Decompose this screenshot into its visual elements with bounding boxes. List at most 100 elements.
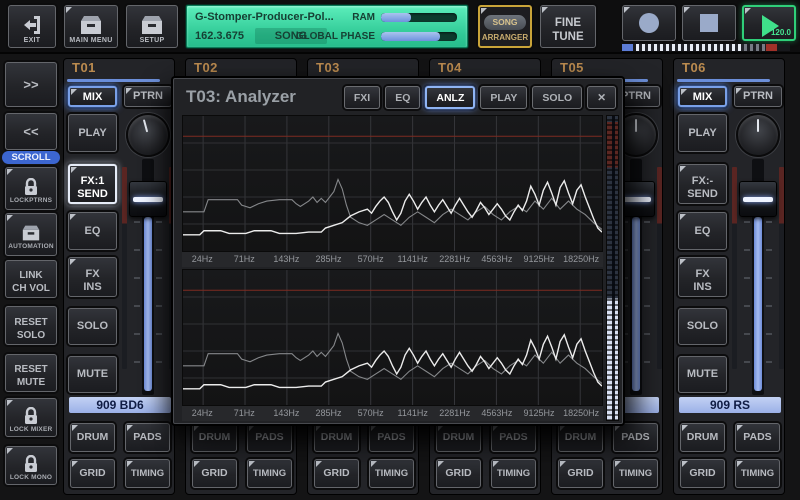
solo-button[interactable]: SOLO <box>68 308 117 345</box>
track-active-bar <box>677 79 770 82</box>
pads-button[interactable]: PADS <box>491 423 536 452</box>
exit-button[interactable]: EXIT <box>8 5 56 48</box>
exit-icon <box>21 14 43 36</box>
timing-button[interactable]: TIMING <box>491 459 536 488</box>
fx-ins-button[interactable]: FXINS <box>678 257 727 297</box>
fader-handle[interactable] <box>739 181 777 217</box>
arranger-label: ARRANGER <box>480 33 530 42</box>
song-progress-bar[interactable] <box>622 44 790 51</box>
drum-button[interactable]: DRUM <box>314 423 359 452</box>
spectrum-panel-top: 24Hz71Hz143Hz285Hz570Hz1141Hz2281Hz4563H… <box>182 115 603 267</box>
app-root: EXIT MAIN MENU SETUP G-Stomper-Producer-… <box>0 0 800 500</box>
fader-handle-line <box>621 197 651 202</box>
drum-button[interactable]: DRUM <box>558 423 603 452</box>
dialog-tab-eq[interactable]: EQ <box>385 86 420 109</box>
timing-button[interactable]: TIMING <box>247 459 292 488</box>
reset-solo-button[interactable]: RESETSOLO <box>5 306 57 345</box>
fine-tune-button[interactable]: FINETUNE <box>540 5 596 48</box>
track-play-button[interactable]: PLAY <box>678 114 727 152</box>
exit-label: EXIT <box>9 37 55 44</box>
mix-button[interactable]: MIX <box>678 86 727 107</box>
drum-button[interactable]: DRUM <box>70 423 115 452</box>
freq-tick-label: 143Hz <box>273 254 299 264</box>
grid-button[interactable]: GRID <box>314 459 359 488</box>
mute-button[interactable]: MUTE <box>68 356 117 393</box>
pads-button[interactable]: PADS <box>125 423 170 452</box>
track-play-button[interactable]: PLAY <box>68 114 117 152</box>
mute-button[interactable]: MUTE <box>678 356 727 393</box>
grid-button[interactable]: GRID <box>680 459 725 488</box>
top-toolbar: EXIT MAIN MENU SETUP G-Stomper-Producer-… <box>0 0 800 54</box>
eq-button[interactable]: EQ <box>68 212 117 250</box>
freq-tick-label: 2281Hz <box>439 408 470 418</box>
dialog-tab-anlz[interactable]: ANLZ <box>425 86 475 109</box>
freq-tick-label: 4563Hz <box>481 408 512 418</box>
progress-filled <box>636 44 744 51</box>
reset-mute-button[interactable]: RESETMUTE <box>5 354 57 392</box>
song-arranger-button[interactable]: SONG ARRANGER <box>478 5 532 48</box>
record-button[interactable] <box>622 5 676 41</box>
dialog-tab-fxi[interactable]: FXI <box>344 86 380 109</box>
link-ch-vol-button[interactable]: LINKCH VOL <box>5 260 57 298</box>
solo-button[interactable]: SOLO <box>678 308 727 345</box>
track-label: T05 <box>560 60 584 75</box>
main-menu-icon <box>79 14 103 36</box>
ptrn-button[interactable]: PTRN <box>734 86 782 107</box>
timing-button[interactable]: TIMING <box>613 459 658 488</box>
grid-button[interactable]: GRID <box>70 459 115 488</box>
pads-button[interactable]: PADS <box>247 423 292 452</box>
lock-icon <box>23 407 39 425</box>
fader-handle[interactable] <box>129 181 167 217</box>
freq-tick-label: 4563Hz <box>481 254 512 264</box>
main-menu-button[interactable]: MAIN MENU <box>64 5 118 48</box>
automation-button[interactable]: AUTOMATION <box>5 213 57 256</box>
scroll-right-button[interactable]: >> <box>5 62 57 107</box>
lock-patterns-button[interactable]: LOCKPTRNS <box>5 167 57 210</box>
drum-button[interactable]: DRUM <box>680 423 725 452</box>
volume-knob[interactable] <box>736 113 780 157</box>
fader-handle-line <box>133 197 163 202</box>
progress-dim <box>744 44 766 51</box>
timing-button[interactable]: TIMING <box>735 459 780 488</box>
fx-send-button[interactable]: FX:-SEND <box>678 164 727 204</box>
dialog-tab-solo[interactable]: SOLO <box>532 86 582 109</box>
play-button[interactable]: 120.0 <box>742 5 796 41</box>
freq-tick-label: 18250Hz <box>563 408 599 418</box>
grid-button[interactable]: GRID <box>558 459 603 488</box>
setup-button[interactable]: SETUP <box>126 5 178 48</box>
dialog-close-button[interactable]: ✕ <box>587 86 616 109</box>
grid-button[interactable]: GRID <box>436 459 481 488</box>
pads-button[interactable]: PADS <box>735 423 780 452</box>
level-meter-left <box>732 167 737 369</box>
mix-button[interactable]: MIX <box>68 86 117 107</box>
drum-button[interactable]: DRUM <box>436 423 481 452</box>
dialog-title: T03: Analyzer <box>186 87 296 107</box>
freq-tick-label: 570Hz <box>358 254 384 264</box>
fx-ins-button[interactable]: FXINS <box>68 257 117 297</box>
automation-label: AUTOMATION <box>6 243 56 250</box>
dialog-tab-play[interactable]: PLAY <box>480 86 527 109</box>
timing-button[interactable]: TIMING <box>369 459 414 488</box>
scroll-badge: SCROLL <box>2 151 60 164</box>
ptrn-button[interactable]: PTRN <box>124 86 172 107</box>
stop-button[interactable] <box>682 5 736 41</box>
setup-icon <box>140 14 164 36</box>
fx-send-button[interactable]: FX:1SEND <box>68 164 117 204</box>
grid-button[interactable]: GRID <box>192 459 237 488</box>
drum-button[interactable]: DRUM <box>192 423 237 452</box>
volume-fader[interactable] <box>732 159 784 397</box>
pads-button[interactable]: PADS <box>369 423 414 452</box>
pads-button[interactable]: PADS <box>613 423 658 452</box>
track-label: T04 <box>438 60 462 75</box>
scroll-left-button[interactable]: << <box>5 113 57 150</box>
eq-button[interactable]: EQ <box>678 212 727 250</box>
timing-button[interactable]: TIMING <box>125 459 170 488</box>
knob-indicator <box>143 119 148 132</box>
volume-fader[interactable] <box>122 159 174 397</box>
spectrum-plot <box>182 115 603 252</box>
volume-knob[interactable] <box>121 108 175 162</box>
knob-indicator <box>757 119 759 132</box>
frequency-axis: 24Hz71Hz143Hz285Hz570Hz1141Hz2281Hz4563H… <box>182 406 603 421</box>
lock-mono-button[interactable]: LOCK MONO <box>5 446 57 485</box>
lock-mixer-button[interactable]: LOCK MIXER <box>5 398 57 437</box>
